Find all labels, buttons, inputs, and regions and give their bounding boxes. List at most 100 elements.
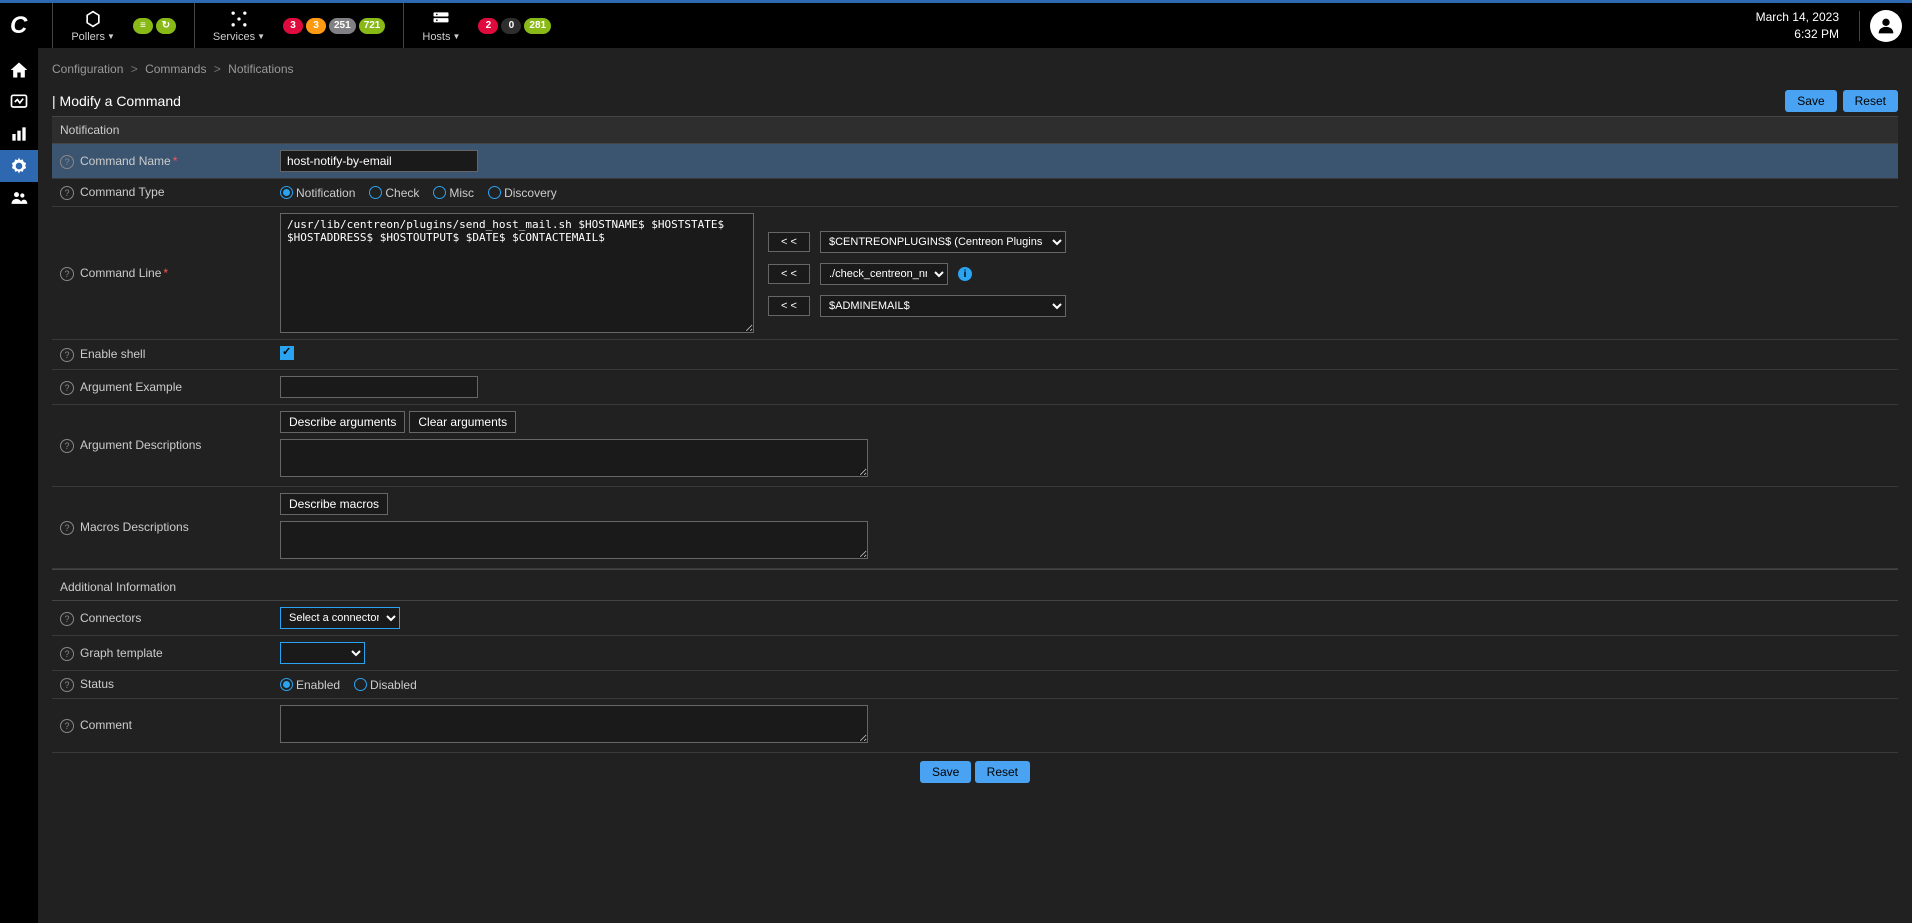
help-icon[interactable]: ?	[60, 719, 74, 733]
insert-macro1-button[interactable]: < <	[768, 232, 810, 252]
graph-template-select[interactable]	[280, 642, 365, 664]
insert-macro3-button[interactable]: < <	[768, 296, 810, 316]
chart-icon	[9, 124, 29, 144]
chevron-down-icon: ▼	[257, 32, 265, 41]
command-line-textarea[interactable]: /usr/lib/centreon/plugins/send_host_mail…	[280, 213, 754, 333]
help-icon[interactable]: ?	[60, 348, 74, 362]
pollers-badge-status[interactable]: ≡	[133, 18, 153, 34]
hosts-group: Hosts▼ 2 0 281	[403, 3, 569, 48]
comment-textarea[interactable]	[280, 705, 868, 743]
describe-arguments-button[interactable]: Describe arguments	[280, 411, 405, 433]
label-command-line: Command Line	[80, 266, 161, 280]
sidebar-configuration[interactable]	[0, 150, 38, 182]
describe-macros-button[interactable]: Describe macros	[280, 493, 388, 515]
sidebar-monitoring[interactable]	[0, 86, 38, 118]
macro-selects: < < $CENTREONPLUGINS$ (Centreon Plugins …	[768, 213, 1066, 317]
save-button[interactable]: Save	[1785, 90, 1836, 112]
clear-arguments-button[interactable]: Clear arguments	[409, 411, 516, 433]
app-logo: C	[10, 12, 27, 40]
chevron-down-icon: ▼	[107, 32, 115, 41]
info-icon[interactable]: i	[958, 267, 972, 281]
save-button-bottom[interactable]: Save	[920, 761, 971, 783]
command-type-radio-group: Notification Check Misc Discovery	[280, 186, 1890, 200]
services-badge-ok[interactable]: 721	[359, 18, 386, 34]
form-table: ?Command Name* ?Command Type Notificatio…	[52, 144, 1898, 569]
monitor-icon	[9, 92, 29, 112]
radio-check[interactable]: Check	[369, 186, 419, 200]
hosts-label: Hosts	[422, 31, 450, 43]
argument-descriptions-textarea[interactable]	[280, 439, 868, 477]
pollers-badge-reload[interactable]: ↻	[156, 18, 176, 34]
help-icon[interactable]: ?	[60, 381, 74, 395]
help-icon[interactable]: ?	[60, 521, 74, 535]
radio-enabled[interactable]: Enabled	[280, 678, 340, 692]
macros-descriptions-textarea[interactable]	[280, 521, 868, 559]
sidebar-home[interactable]	[0, 54, 38, 86]
page-title: | Modify a Command	[52, 93, 181, 109]
breadcrumb-item[interactable]: Notifications	[228, 62, 293, 76]
label-graph-template: Graph template	[80, 646, 163, 660]
services-badge-critical[interactable]: 3	[283, 18, 303, 34]
label-argument-descriptions: Argument Descriptions	[80, 438, 201, 452]
label-argument-example: Argument Example	[80, 380, 182, 394]
pollers-icon	[83, 9, 103, 29]
command-name-input[interactable]	[280, 150, 478, 172]
radio-notification[interactable]: Notification	[280, 186, 355, 200]
chevron-down-icon: ▼	[453, 32, 461, 41]
macro-select-adminemail[interactable]: $ADMINEMAIL$	[820, 295, 1066, 317]
label-connectors: Connectors	[80, 611, 141, 625]
hosts-badge-unreachable[interactable]: 0	[501, 18, 521, 34]
help-icon[interactable]: ?	[60, 155, 74, 169]
help-icon[interactable]: ?	[60, 267, 74, 281]
datetime: March 14, 2023 6:32 PM	[1756, 9, 1839, 43]
sidebar	[0, 48, 38, 923]
user-icon	[1875, 15, 1897, 37]
insert-macro2-button[interactable]: < <	[768, 264, 810, 284]
services-label: Services	[213, 31, 255, 43]
radio-misc[interactable]: Misc	[433, 186, 474, 200]
breadcrumb-item[interactable]: Configuration	[52, 62, 123, 76]
macro-select-check[interactable]: ./check_centreon_nrpe3	[820, 263, 948, 285]
label-comment: Comment	[80, 718, 132, 732]
hosts-badge-down[interactable]: 2	[478, 18, 498, 34]
users-icon	[9, 188, 29, 208]
form-table-additional: ? Connectors Select a connector... ? Graph…	[52, 601, 1898, 753]
connectors-select[interactable]: Select a connector...	[280, 607, 400, 629]
pollers-group: Pollers▼ ≡ ↻	[52, 3, 194, 48]
sidebar-reporting[interactable]	[0, 118, 38, 150]
label-command-type: Command Type	[80, 185, 165, 199]
enable-shell-checkbox[interactable]	[280, 346, 294, 360]
pollers-menu[interactable]: Pollers▼	[71, 9, 115, 43]
help-icon[interactable]: ?	[60, 647, 74, 661]
hosts-menu[interactable]: Hosts▼	[422, 9, 460, 43]
topbar: C Pollers▼ ≡ ↻ Services▼ 3 3 251 721	[0, 0, 1912, 48]
argument-example-input[interactable]	[280, 376, 478, 398]
services-badge-warning[interactable]: 3	[306, 18, 326, 34]
services-badge-unknown[interactable]: 251	[329, 18, 356, 34]
status-radio-group: Enabled Disabled	[280, 678, 1890, 692]
sidebar-administration[interactable]	[0, 182, 38, 214]
services-group: Services▼ 3 3 251 721	[194, 3, 403, 48]
services-menu[interactable]: Services▼	[213, 9, 265, 43]
macro-select-plugins[interactable]: $CENTREONPLUGINS$ (Centreon Plugins Path…	[820, 231, 1066, 253]
user-menu[interactable]	[1870, 10, 1902, 42]
help-icon[interactable]: ?	[60, 439, 74, 453]
help-icon[interactable]: ?	[60, 678, 74, 692]
hosts-badge-up[interactable]: 281	[524, 18, 551, 34]
pollers-label: Pollers	[71, 31, 105, 43]
radio-discovery[interactable]: Discovery	[488, 186, 557, 200]
reset-button[interactable]: Reset	[1843, 90, 1898, 112]
home-icon	[9, 60, 29, 80]
reset-button-bottom[interactable]: Reset	[975, 761, 1030, 783]
bottom-actions: Save Reset	[52, 753, 1898, 791]
section-additional: Additional Information	[52, 569, 1898, 601]
date-text: March 14, 2023	[1756, 9, 1839, 26]
help-icon[interactable]: ?	[60, 612, 74, 626]
section-notification: Notification	[52, 116, 1898, 144]
radio-disabled[interactable]: Disabled	[354, 678, 417, 692]
hosts-icon	[431, 9, 451, 29]
hosts-badges: 2 0 281	[478, 18, 551, 34]
help-icon[interactable]: ?	[60, 186, 74, 200]
breadcrumb-item[interactable]: Commands	[145, 62, 206, 76]
pollers-badges: ≡ ↻	[133, 18, 176, 34]
